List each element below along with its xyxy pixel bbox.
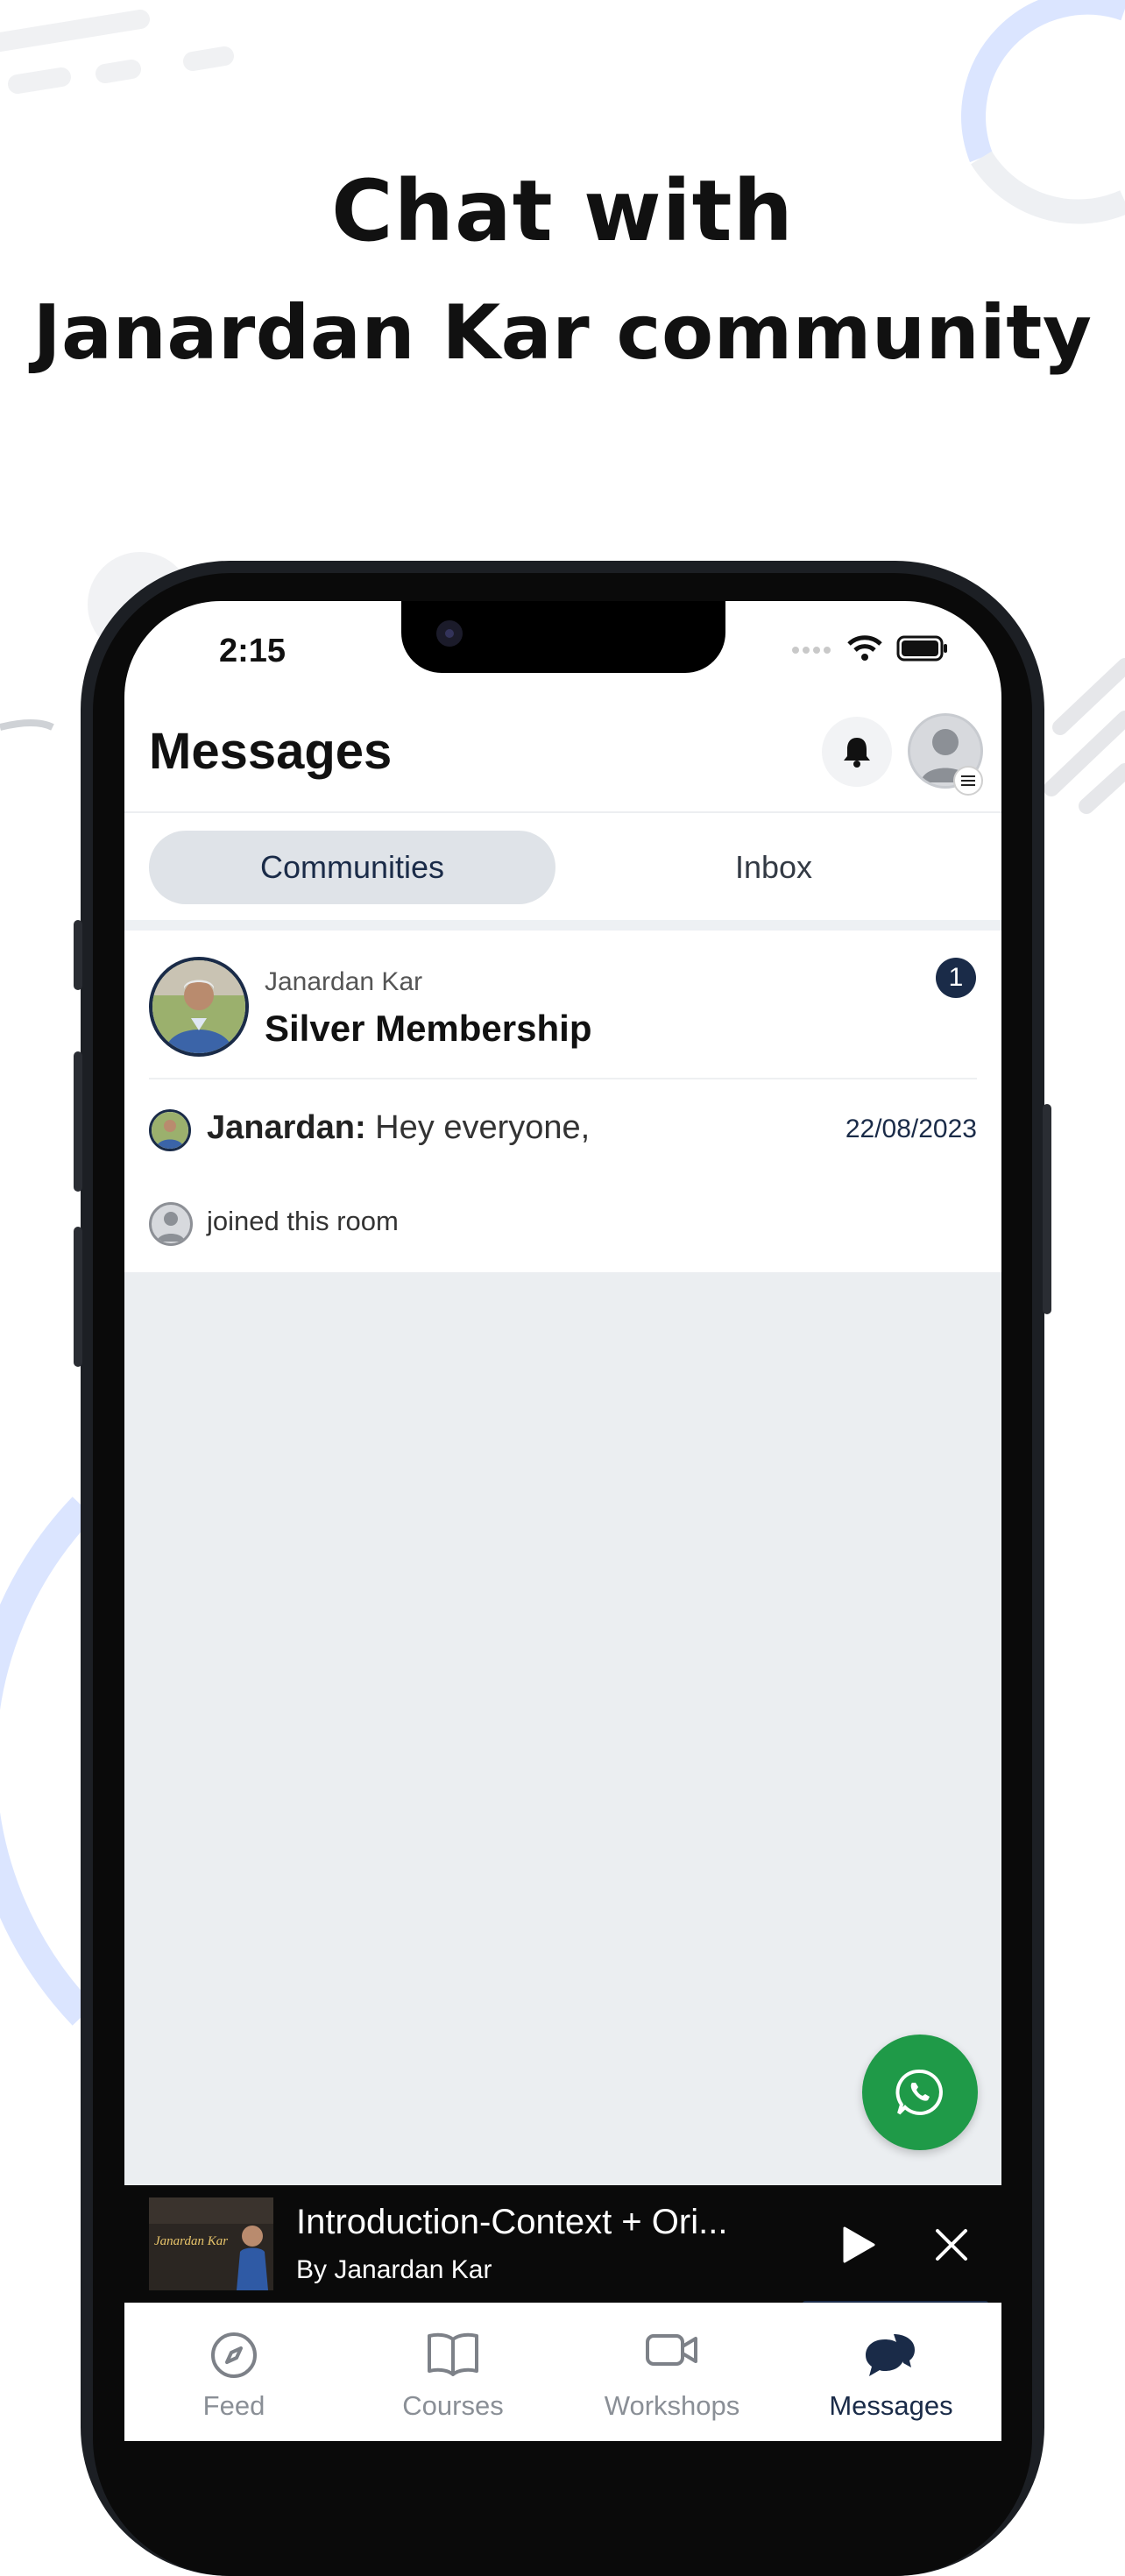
nav-item-feed[interactable]: Feed — [124, 2303, 343, 2441]
compass-icon — [211, 2332, 257, 2378]
nav-label-feed: Feed — [202, 2390, 265, 2421]
sender-avatar-image — [152, 1112, 188, 1149]
sender-avatar — [149, 1109, 191, 1151]
nav-label-messages: Messages — [829, 2390, 953, 2421]
phone-power-button — [1043, 1104, 1051, 1314]
bell-icon — [844, 738, 870, 768]
whatsapp-button[interactable] — [862, 2035, 978, 2150]
close-player-button[interactable] — [929, 2222, 974, 2268]
last-message-sender: Janardan: — [207, 1109, 366, 1146]
empty-list-area — [124, 1272, 1001, 2185]
last-message-date: 22/08/2023 — [845, 1115, 977, 1143]
byline-author: Janardan Kar — [334, 2255, 492, 2284]
chat-bubbles-icon — [866, 2334, 915, 2376]
player-title: Introduction-Context + Ori... — [296, 2203, 728, 2241]
thumbnail-text: Janardan Kar — [154, 2234, 229, 2248]
community-owner: Janardan Kar — [265, 967, 423, 996]
card-divider — [149, 1078, 977, 1079]
nav-item-messages[interactable]: Messages — [782, 2303, 1001, 2441]
battery-icon — [896, 635, 947, 662]
whatsapp-icon — [895, 2069, 943, 2115]
header-divider — [124, 811, 1001, 813]
byline-prefix: By — [296, 2255, 328, 2284]
tab-inbox[interactable]: Inbox — [570, 831, 977, 904]
player-thumbnail: Janardan Kar — [149, 2197, 273, 2290]
headline-line-2: Janardan Kar community — [32, 289, 1093, 377]
messages-tabs: Communities Inbox — [149, 831, 977, 904]
close-icon — [936, 2229, 967, 2261]
play-button[interactable] — [834, 2220, 883, 2269]
community-card[interactable]: Janardan Kar Silver Membership 1 Janarda… — [124, 931, 1001, 1272]
wifi-icon — [847, 635, 882, 661]
video-camera-icon — [646, 2334, 697, 2366]
headline-line-1: Chat with — [331, 162, 794, 260]
notifications-button[interactable] — [822, 717, 892, 787]
unread-count-badge: 1 — [936, 958, 976, 998]
app-screen: 2:15 Messages Communities Inbox Janardan… — [124, 601, 1001, 2441]
phone-side-button — [74, 920, 82, 990]
book-icon — [428, 2332, 478, 2376]
mini-player[interactable]: Janardan Kar Introduction-Context + Ori.… — [124, 2185, 1001, 2303]
joined-user-avatar — [149, 1202, 193, 1246]
community-avatar — [149, 957, 249, 1057]
notch — [401, 601, 725, 673]
nav-label-workshops: Workshops — [604, 2390, 740, 2421]
community-name: Silver Membership — [265, 1008, 592, 1049]
phone-volume-up-button — [74, 1051, 82, 1192]
user-placeholder-icon — [157, 1212, 185, 1242]
page-title: Messages — [149, 723, 393, 780]
app-header: Messages — [124, 697, 1001, 803]
front-camera — [436, 620, 463, 647]
activity-text: joined this room — [207, 1206, 399, 1236]
tabs-divider — [124, 920, 1001, 931]
bottom-navigation: Feed Courses Workshops Messages — [124, 2303, 1001, 2441]
nav-label-courses: Courses — [402, 2390, 504, 2421]
play-icon — [843, 2226, 875, 2263]
nav-item-courses[interactable]: Courses — [343, 2303, 562, 2441]
status-icons — [791, 634, 949, 662]
community-avatar-image — [152, 960, 245, 1053]
last-message-text: Hey everyone, — [365, 1109, 591, 1146]
hamburger-menu-icon — [961, 775, 975, 786]
phone-volume-down-button — [74, 1227, 82, 1367]
menu-badge[interactable] — [953, 766, 983, 796]
last-message: Janardan: Hey everyone, — [207, 1109, 590, 1147]
cellular-signal-icon — [792, 647, 831, 654]
tab-communities[interactable]: Communities — [149, 831, 555, 904]
player-byline: By Janardan Kar — [296, 2255, 492, 2285]
status-time: 2:15 — [219, 633, 287, 669]
nav-item-workshops[interactable]: Workshops — [562, 2303, 782, 2441]
